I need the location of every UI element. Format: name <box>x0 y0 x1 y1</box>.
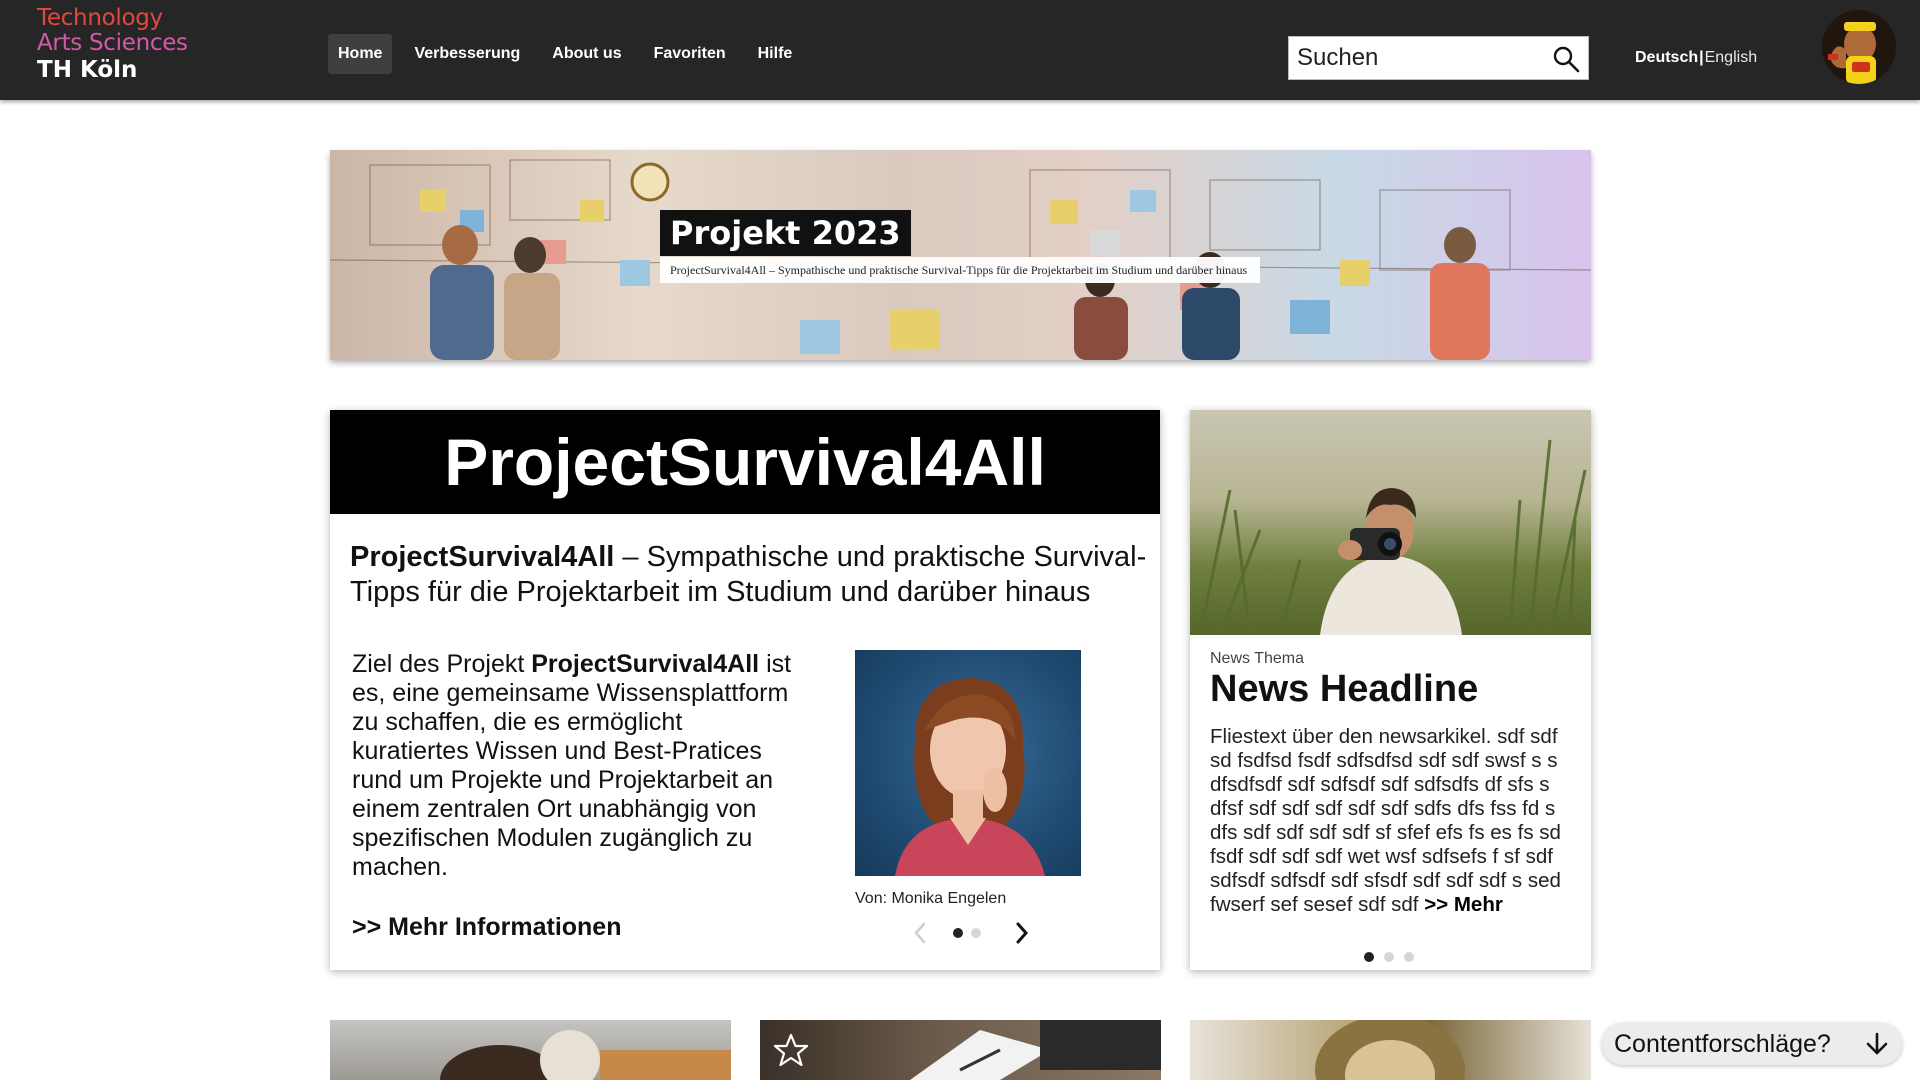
nav-verbesserung[interactable]: Verbesserung <box>404 34 530 74</box>
news-image <box>1190 410 1591 635</box>
user-avatar[interactable] <box>1822 10 1896 84</box>
project-title: ProjectSurvival4All <box>330 410 1160 514</box>
news-body: Fliestext über den newsarkikel. sdf sdf … <box>1210 725 1580 917</box>
nav-home[interactable]: Home <box>328 34 393 74</box>
carousel-next-icon <box>1016 922 1029 944</box>
language-switcher: Deutsch|English <box>1635 49 1757 67</box>
carousel-dot-2 <box>971 928 981 938</box>
portrait-illustration <box>895 678 1045 876</box>
news-dot-3[interactable] <box>1404 952 1414 962</box>
project-lead: ProjectSurvival4All – Sympathische und p… <box>350 540 1150 610</box>
banner-subtitle: ProjectSurvival4All – Sympathische und p… <box>660 257 1260 284</box>
search-icon[interactable] <box>1552 45 1580 73</box>
search-box <box>1288 36 1589 80</box>
search-input[interactable] <box>1289 44 1539 72</box>
news-photographer-illustration <box>1198 439 1587 635</box>
content-card-1[interactable] <box>330 1020 731 1080</box>
news-dot-1[interactable] <box>1364 952 1374 962</box>
author-portrait <box>855 650 1081 876</box>
logo-line-arts-sciences: Arts Sciences <box>37 30 188 56</box>
logo-line-technology: Technology <box>37 5 163 31</box>
project-carousel-controls <box>914 922 1029 944</box>
arrow-down-icon <box>1866 1032 1888 1055</box>
project-description-pre: Ziel des Projekt <box>352 650 532 678</box>
nav-hilfe[interactable]: Hilfe <box>748 34 803 74</box>
banner-title: Projekt 2023 <box>660 210 911 256</box>
main-nav: Home Verbesserung About us Favoriten Hil… <box>328 34 814 74</box>
project-card: ProjectSurvival4All ProjectSurvival4All … <box>330 410 1160 970</box>
news-carousel-dots <box>1364 952 1414 962</box>
card-1-image <box>440 1030 731 1080</box>
news-body-text: Fliestext über den newsarkikel. sdf sdf … <box>1210 725 1561 916</box>
content-card-3[interactable] <box>1190 1020 1591 1080</box>
content-card-2[interactable] <box>760 1020 1161 1080</box>
nav-about-us[interactable]: About us <box>542 34 631 74</box>
news-card[interactable]: News Thema News Headline Fliestext über … <box>1190 410 1591 970</box>
banner-illustration <box>330 159 1591 360</box>
news-more-link[interactable]: >> Mehr <box>1424 893 1503 916</box>
news-dot-2[interactable] <box>1384 952 1394 962</box>
content-suggestions-button[interactable]: Contentforschläge? <box>1602 1023 1902 1065</box>
avatar-illustration <box>1822 10 1896 84</box>
hero-banner[interactable]: Projekt 2023 ProjectSurvival4All – Sympa… <box>330 150 1591 360</box>
card-3-image <box>1315 1020 1465 1080</box>
project-lead-bold: ProjectSurvival4All <box>350 541 615 573</box>
favorite-star-icon[interactable] <box>772 1032 810 1070</box>
project-description-post: ist es, eine gemeinsame Wissensplattform… <box>352 650 792 881</box>
lang-english[interactable]: English <box>1705 49 1757 66</box>
more-info-link[interactable]: >> Mehr Informationen <box>352 913 621 942</box>
card-2-image <box>910 1020 1161 1080</box>
nav-favoriten[interactable]: Favoriten <box>644 34 736 74</box>
news-headline: News Headline <box>1210 668 1479 710</box>
top-header: Technology Arts Sciences TH Köln Home Ve… <box>0 0 1920 100</box>
th-koeln-logo[interactable]: Technology Arts Sciences TH Köln <box>37 7 188 82</box>
project-description-bold: ProjectSurvival4All <box>531 650 760 678</box>
lang-deutsch[interactable]: Deutsch <box>1635 49 1698 66</box>
news-topic: News Thema <box>1210 650 1304 667</box>
author-caption: Von: Monika Engelen <box>855 890 1007 907</box>
carousel-prev-icon <box>914 922 926 944</box>
logo-line-th-koeln: TH Köln <box>37 57 138 83</box>
content-suggestions-label: Contentforschläge? <box>1614 1029 1831 1058</box>
project-description: Ziel des Projekt ProjectSurvival4All ist… <box>352 650 792 882</box>
carousel-dot-1 <box>953 928 963 938</box>
